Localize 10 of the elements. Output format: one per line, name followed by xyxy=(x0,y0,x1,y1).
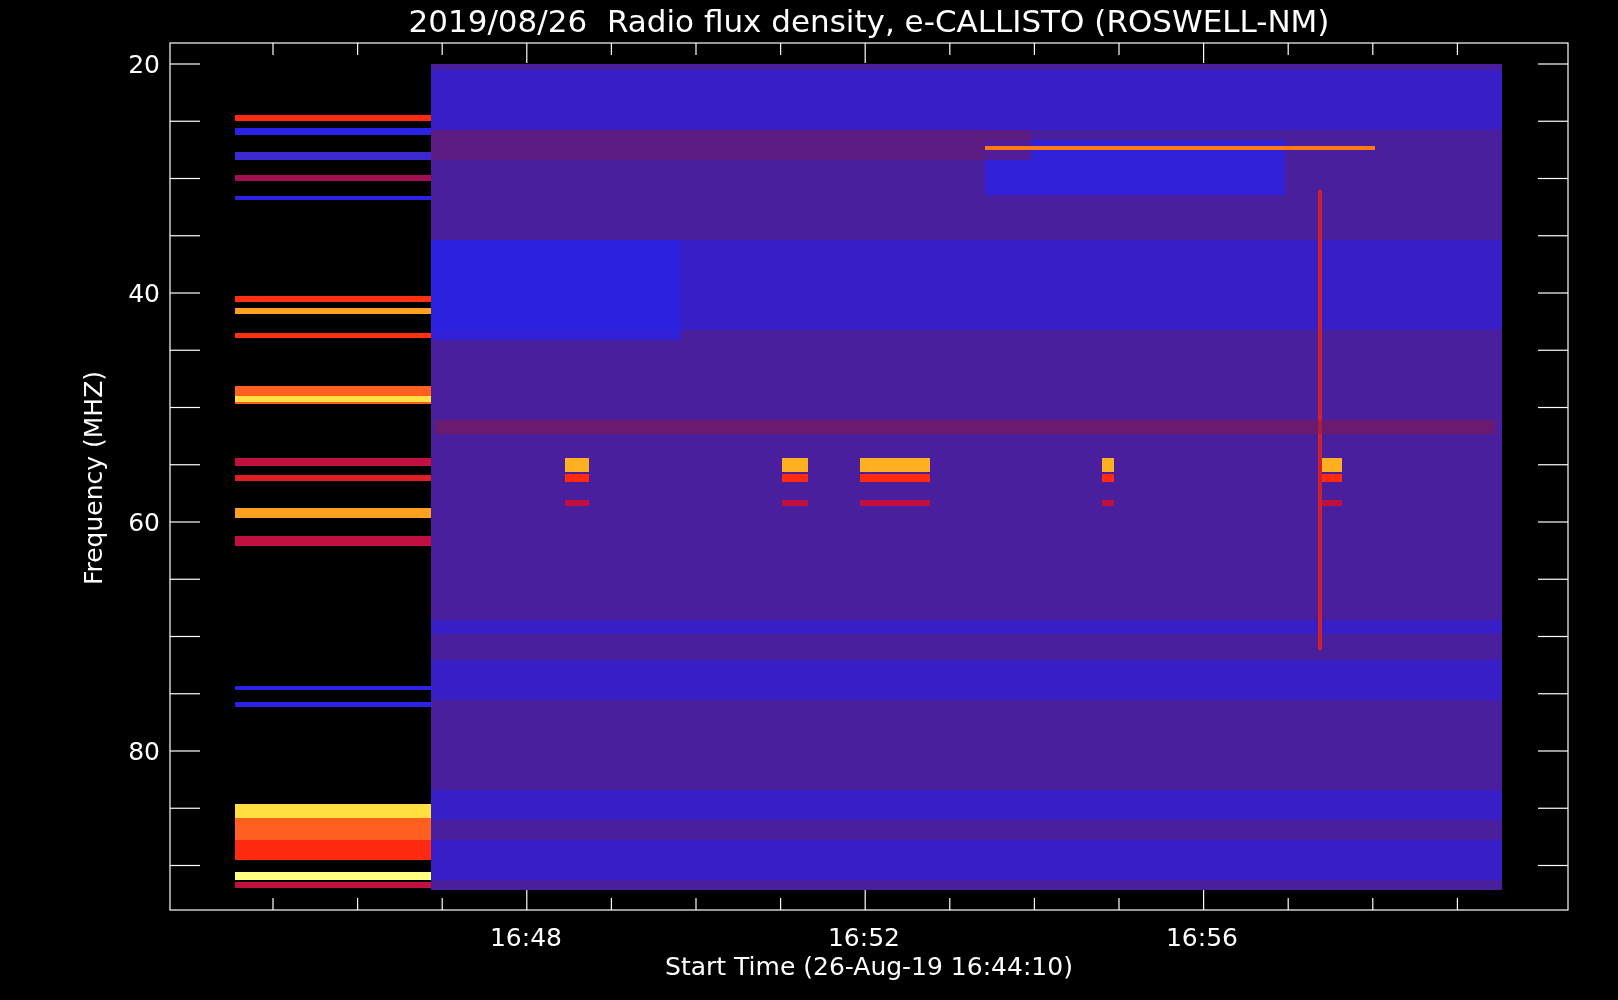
y-tick-label: 20 xyxy=(128,50,160,79)
x-tick-label: 16:52 xyxy=(828,923,900,952)
x-tick-label: 16:48 xyxy=(490,923,562,952)
y-tick-label: 60 xyxy=(128,508,160,537)
x-tick-label: 16:56 xyxy=(1166,923,1238,952)
chart-title: 2019/08/26 Radio flux density, e-CALLISTO (ROSWELL-NM) xyxy=(408,3,1330,39)
y-tick-label: 40 xyxy=(128,279,160,308)
y-axis-label: Frequency (MHZ) xyxy=(79,370,108,586)
x-axis-label: Start Time (26-Aug-19 16:44:10) xyxy=(665,952,1073,981)
y-tick-label: 80 xyxy=(128,737,160,766)
